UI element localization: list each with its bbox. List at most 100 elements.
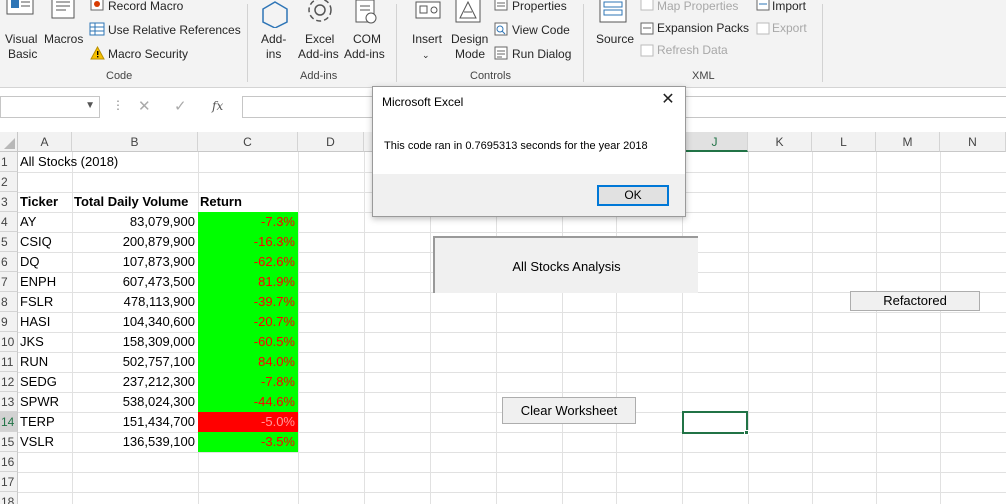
- row-header[interactable]: 17: [0, 472, 18, 492]
- volume-cell[interactable]: 200,879,900: [72, 232, 198, 252]
- ticker-cell[interactable]: HASI: [18, 312, 72, 332]
- ticker-cell[interactable]: DQ: [18, 252, 72, 272]
- properties-icon[interactable]: [494, 0, 508, 11]
- row-header[interactable]: 5: [0, 232, 18, 252]
- column-header-l[interactable]: L: [812, 132, 876, 152]
- properties-label[interactable]: Properties: [512, 0, 567, 13]
- volume-cell[interactable]: 502,757,100: [72, 352, 198, 372]
- relative-references-icon[interactable]: [89, 22, 105, 36]
- column-header-m[interactable]: M: [876, 132, 940, 152]
- select-all-corner[interactable]: [0, 132, 18, 152]
- column-header-a[interactable]: A: [18, 132, 72, 152]
- row-header[interactable]: 2: [0, 172, 18, 192]
- import-label[interactable]: Import: [772, 0, 806, 13]
- ticker-cell[interactable]: CSIQ: [18, 232, 72, 252]
- row-header[interactable]: 10: [0, 332, 18, 352]
- row-header[interactable]: 6: [0, 252, 18, 272]
- row-header[interactable]: 8: [0, 292, 18, 312]
- header-volume[interactable]: Total Daily Volume: [72, 192, 198, 212]
- return-cell[interactable]: -16.3%: [198, 232, 298, 252]
- design-mode-label-2[interactable]: Mode: [455, 47, 485, 61]
- macros-label[interactable]: Macros: [44, 32, 83, 46]
- excel-addins-label-2[interactable]: Add-ins: [298, 47, 339, 61]
- import-icon[interactable]: [756, 0, 770, 11]
- column-header-j[interactable]: J: [682, 132, 748, 152]
- sheet-title[interactable]: All Stocks (2018): [18, 152, 218, 172]
- gear-icon[interactable]: [304, 0, 336, 26]
- ticker-cell[interactable]: SPWR: [18, 392, 72, 412]
- return-cell[interactable]: -60.5%: [198, 332, 298, 352]
- name-box[interactable]: ▼: [0, 96, 100, 118]
- row-header[interactable]: 9: [0, 312, 18, 332]
- volume-cell[interactable]: 607,473,500: [72, 272, 198, 292]
- return-cell[interactable]: -39.7%: [198, 292, 298, 312]
- close-icon[interactable]: ✕: [659, 90, 677, 110]
- return-cell[interactable]: -7.3%: [198, 212, 298, 232]
- clear-worksheet-button[interactable]: Clear Worksheet: [502, 397, 636, 424]
- volume-cell[interactable]: 104,340,600: [72, 312, 198, 332]
- view-code-label[interactable]: View Code: [512, 23, 570, 37]
- return-cell[interactable]: -20.7%: [198, 312, 298, 332]
- ticker-cell[interactable]: ENPH: [18, 272, 72, 292]
- row-header[interactable]: 11: [0, 352, 18, 372]
- header-return[interactable]: Return: [198, 192, 298, 212]
- selected-cell[interactable]: [682, 411, 748, 434]
- ticker-cell[interactable]: JKS: [18, 332, 72, 352]
- insert-function-icon[interactable]: fx: [212, 99, 223, 113]
- chevron-down-icon[interactable]: ▼: [85, 100, 95, 111]
- ticker-cell[interactable]: SEDG: [18, 372, 72, 392]
- row-header[interactable]: 16: [0, 452, 18, 472]
- row-header[interactable]: 18: [0, 492, 18, 504]
- ticker-cell[interactable]: AY: [18, 212, 72, 232]
- com-addins-label-1[interactable]: COM: [353, 32, 381, 46]
- volume-cell[interactable]: 158,309,000: [72, 332, 198, 352]
- com-addins-label-2[interactable]: Add-ins: [344, 47, 385, 61]
- return-cell[interactable]: 84.0%: [198, 352, 298, 372]
- warning-icon[interactable]: [90, 45, 105, 60]
- volume-cell[interactable]: 136,539,100: [72, 432, 198, 452]
- volume-cell[interactable]: 478,113,900: [72, 292, 198, 312]
- volume-cell[interactable]: 151,434,700: [72, 412, 198, 432]
- row-header[interactable]: 7: [0, 272, 18, 292]
- return-cell[interactable]: -7.8%: [198, 372, 298, 392]
- visual-basic-icon[interactable]: [4, 0, 38, 20]
- return-cell[interactable]: -62.6%: [198, 252, 298, 272]
- insert-dropdown-icon[interactable]: ⌄: [422, 48, 430, 62]
- record-macro-icon[interactable]: [90, 0, 104, 11]
- addins-label-2[interactable]: ins: [266, 47, 281, 61]
- expansion-packs-icon[interactable]: [640, 22, 654, 35]
- fill-handle[interactable]: [744, 430, 749, 435]
- row-header[interactable]: 14: [0, 412, 18, 432]
- addins-icon[interactable]: [259, 0, 291, 29]
- insert-control-icon[interactable]: [414, 0, 444, 26]
- refactored-button[interactable]: Refactored: [850, 291, 980, 311]
- run-dialog-label[interactable]: Run Dialog: [512, 47, 571, 61]
- row-header[interactable]: 15: [0, 432, 18, 452]
- addins-label-1[interactable]: Add-: [261, 32, 286, 46]
- header-ticker[interactable]: Ticker: [18, 192, 72, 212]
- design-mode-label-1[interactable]: Design: [451, 32, 488, 46]
- cancel-icon[interactable]: ✕: [138, 97, 151, 115]
- volume-cell[interactable]: 237,212,300: [72, 372, 198, 392]
- source-icon[interactable]: [598, 0, 628, 26]
- row-header[interactable]: 4: [0, 212, 18, 232]
- ticker-cell[interactable]: TERP: [18, 412, 72, 432]
- row-header[interactable]: 13: [0, 392, 18, 412]
- volume-cell[interactable]: 83,079,900: [72, 212, 198, 232]
- record-macro-label[interactable]: Record Macro: [108, 0, 183, 13]
- column-header-d[interactable]: D: [298, 132, 364, 152]
- view-code-icon[interactable]: [494, 22, 508, 36]
- ok-button[interactable]: OK: [597, 185, 669, 206]
- column-header-b[interactable]: B: [72, 132, 198, 152]
- visual-basic-label-2[interactable]: Basic: [8, 47, 37, 61]
- com-addins-icon[interactable]: [352, 0, 380, 26]
- return-cell[interactable]: -3.5%: [198, 432, 298, 452]
- excel-addins-label-1[interactable]: Excel: [305, 32, 334, 46]
- source-label[interactable]: Source: [596, 32, 634, 46]
- return-cell[interactable]: -5.0%: [198, 412, 298, 432]
- volume-cell[interactable]: 538,024,300: [72, 392, 198, 412]
- volume-cell[interactable]: 107,873,900: [72, 252, 198, 272]
- insert-label[interactable]: Insert: [412, 32, 442, 46]
- column-header-n[interactable]: N: [940, 132, 1006, 152]
- use-relative-references-label[interactable]: Use Relative References: [108, 23, 241, 37]
